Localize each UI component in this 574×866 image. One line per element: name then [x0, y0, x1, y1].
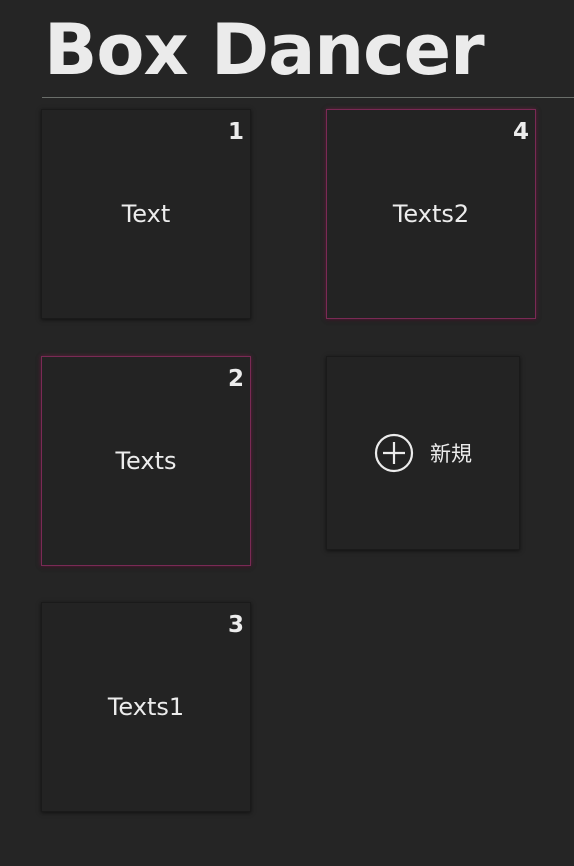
box-card-1[interactable]: 1 Text: [41, 109, 251, 319]
new-box-button[interactable]: 新規: [326, 356, 520, 550]
box-label: Text: [121, 200, 171, 228]
title-divider: [42, 97, 574, 98]
app-title: Box Dancer: [44, 9, 485, 91]
plus-circle-icon: [374, 433, 414, 473]
box-label: Texts1: [107, 693, 185, 721]
box-number: 4: [512, 119, 529, 145]
app-root: Box Dancer 1 Text 4 Texts2 2 Texts 新規 3 …: [0, 0, 574, 866]
box-label: Texts: [115, 447, 177, 475]
new-box-label: 新規: [430, 442, 472, 466]
box-card-4[interactable]: 4 Texts2: [326, 109, 536, 319]
box-label: Texts2: [392, 200, 470, 228]
box-card-3[interactable]: 3 Texts1: [41, 602, 251, 812]
new-box-content: 新規: [374, 433, 472, 473]
box-number: 2: [227, 366, 244, 392]
box-number: 3: [227, 612, 244, 638]
box-number: 1: [227, 119, 244, 145]
box-card-2[interactable]: 2 Texts: [41, 356, 251, 566]
